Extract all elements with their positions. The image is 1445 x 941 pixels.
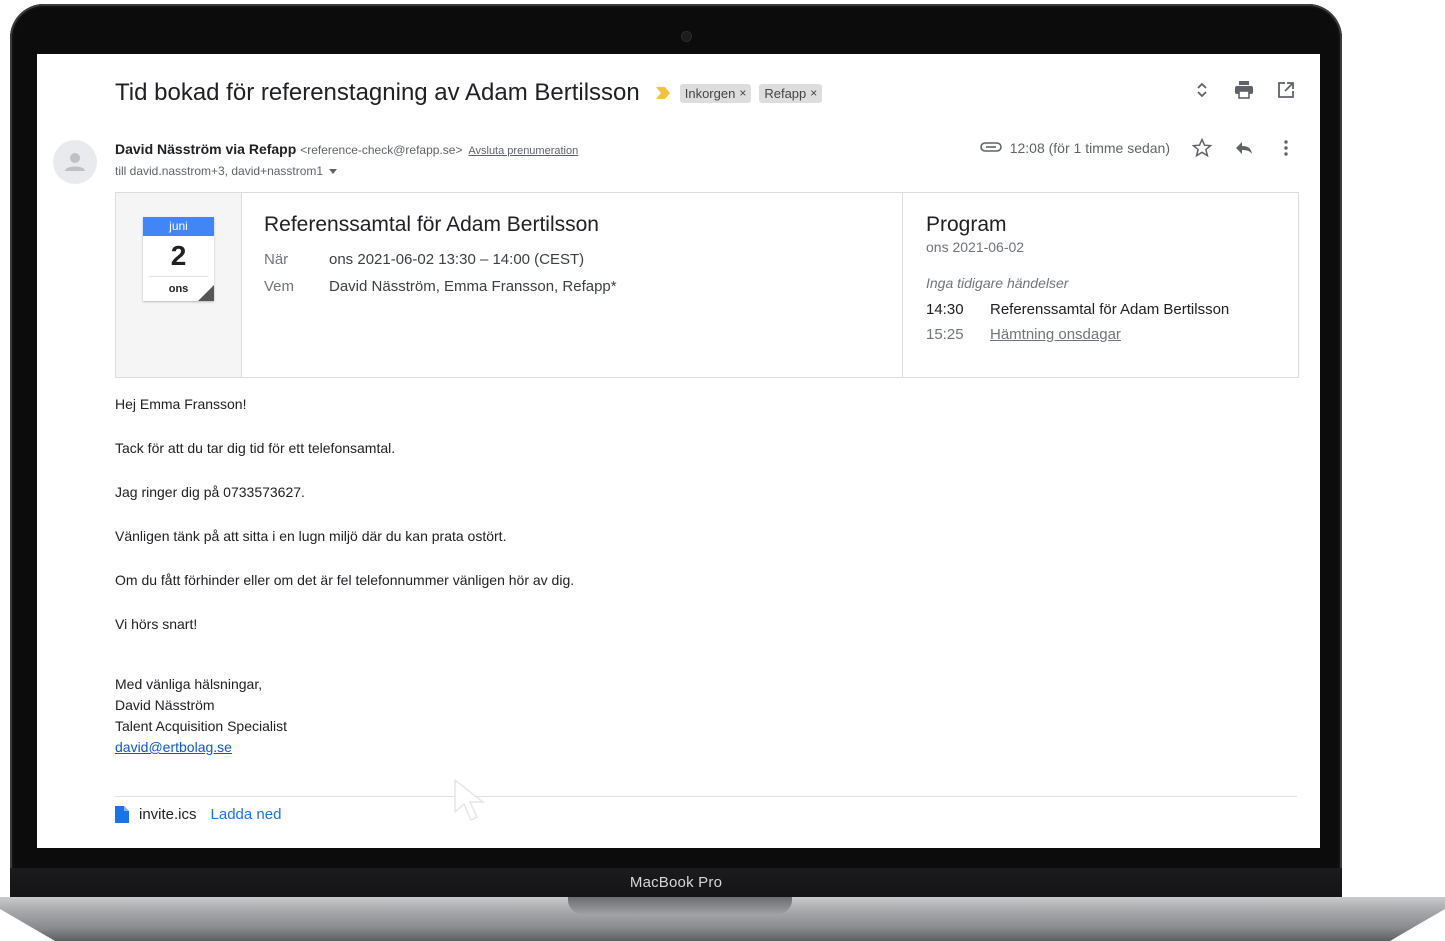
email-subject: Tid bokad för referenstagning av Adam Be…: [115, 79, 640, 106]
when-label: När: [264, 251, 289, 268]
remove-label-icon[interactable]: ×: [810, 86, 817, 100]
sender-avatar[interactable]: [53, 140, 97, 184]
chevron-down-icon[interactable]: [329, 168, 338, 174]
unsubscribe-link[interactable]: Avsluta prenumeration: [468, 145, 578, 157]
agenda-no-earlier: Inga tidigare händelser: [926, 275, 1069, 291]
calendar-month: juni: [143, 217, 214, 236]
calendar-day: 2: [170, 240, 187, 271]
agenda-item[interactable]: 15:25 Hämtning onsdagar: [926, 326, 1275, 343]
invite-date-panel: juni 2 ons: [116, 193, 242, 377]
label-chip-inkorgen[interactable]: Inkorgen ×: [679, 83, 752, 103]
recipients-text: till david.nasstrom+3, david+nasstrom1: [115, 164, 324, 178]
agenda-item-link[interactable]: Hämtning onsdagar: [990, 326, 1121, 343]
open-in-new-window-icon[interactable]: [1276, 80, 1296, 100]
sender-email: <reference-check@refapp.se>: [300, 143, 463, 157]
agenda-item-text: Referenssamtal för Adam Bertilsson: [990, 301, 1230, 318]
signature-email-link[interactable]: david@ertbolag.se: [115, 739, 232, 755]
body-line: Vi hörs snart!: [115, 616, 198, 632]
label-chip-refapp[interactable]: Refapp ×: [759, 83, 823, 103]
file-icon: [115, 806, 129, 823]
who-value: David Näsström, Emma Fransson, Refapp*: [329, 278, 617, 295]
agenda-item-time: 14:30: [926, 301, 964, 318]
laptop-notch: [568, 897, 792, 914]
signature-role: Talent Acquisition Specialist: [115, 718, 287, 734]
invite-who-row: Vem David Näsström, Emma Fransson, Refap…: [264, 278, 880, 295]
when-value: ons 2021-06-02 13:30 – 14:00 (CEST): [329, 251, 585, 268]
thread-actions: [1192, 80, 1296, 100]
more-options-icon[interactable]: [1276, 138, 1296, 158]
expand-all-icon[interactable]: [1192, 80, 1212, 100]
body-line: Hej Emma Fransson!: [115, 396, 247, 412]
invite-when-row: När ons 2021-06-02 13:30 – 14:00 (CEST): [264, 251, 880, 268]
agenda-item-time: 15:25: [926, 326, 964, 343]
label-chip-text: Inkorgen: [684, 85, 736, 101]
body-line: Tack för att du tar dig tid för ett tele…: [115, 440, 396, 456]
reply-icon[interactable]: [1234, 138, 1254, 158]
print-icon[interactable]: [1234, 80, 1254, 100]
agenda-panel: Program ons 2021-06-02 Inga tidigare hän…: [903, 193, 1298, 377]
remove-label-icon[interactable]: ×: [739, 86, 746, 100]
sender-name[interactable]: David Näsström via Refapp: [115, 141, 296, 157]
agenda-item[interactable]: 14:30 Referenssamtal för Adam Bertilsson: [926, 301, 1275, 318]
signature-name: David Näsström: [115, 697, 215, 713]
attachment-row: invite.ics Ladda ned: [115, 806, 281, 823]
label-chip-text: Refapp: [764, 85, 807, 101]
body-line: Om du fått förhinder eller om det är fel…: [115, 572, 575, 588]
message-body: Hej Emma Fransson! Tack för att du tar d…: [115, 394, 574, 658]
subject-row: Tid bokad för referenstagning av Adam Be…: [115, 76, 823, 110]
camera: [681, 31, 692, 42]
attachment-clip-icon: [979, 140, 1002, 156]
important-marker-icon[interactable]: [654, 86, 672, 100]
agenda-date: ons 2021-06-02: [926, 239, 1025, 255]
signature-greeting: Med vänliga hälsningar,: [115, 676, 263, 692]
sender-line: David Näsström via Refapp <reference-che…: [115, 141, 578, 157]
calendar-date-icon: juni 2 ons: [143, 217, 214, 301]
page-fold-icon: [198, 285, 214, 301]
device-label: MacBook Pro: [629, 874, 723, 891]
mouse-pointer-icon: [453, 778, 501, 831]
star-icon[interactable]: [1192, 138, 1212, 158]
calendar-invite-card: juni 2 ons Referenssamtal för Adam Berti…: [115, 192, 1299, 378]
email-screen: Tid bokad för referenstagning av Adam Be…: [37, 54, 1320, 848]
attachment-divider: [115, 796, 1297, 797]
message-time: 12:08 (för 1 timme sedan): [1009, 140, 1170, 156]
invite-details: Referenssamtal för Adam Bertilsson När o…: [242, 193, 903, 377]
message-meta: 12:08 (för 1 timme sedan): [979, 138, 1296, 158]
body-line: Jag ringer dig på 0733573627.: [115, 484, 305, 500]
laptop-chin: MacBook Pro: [10, 868, 1342, 897]
body-line: Vänligen tänk på att sitta i en lugn mil…: [115, 528, 507, 544]
who-label: Vem: [264, 278, 295, 295]
invite-title[interactable]: Referenssamtal för Adam Bertilsson: [264, 213, 880, 237]
agenda-title: Program: [926, 213, 1007, 236]
download-link[interactable]: Ladda ned: [211, 806, 282, 823]
attachment-filename[interactable]: invite.ics: [139, 806, 197, 823]
recipients-line[interactable]: till david.nasstrom+3, david+nasstrom1: [115, 164, 338, 178]
signature: Med vänliga hälsningar, David Näsström T…: [115, 674, 287, 758]
